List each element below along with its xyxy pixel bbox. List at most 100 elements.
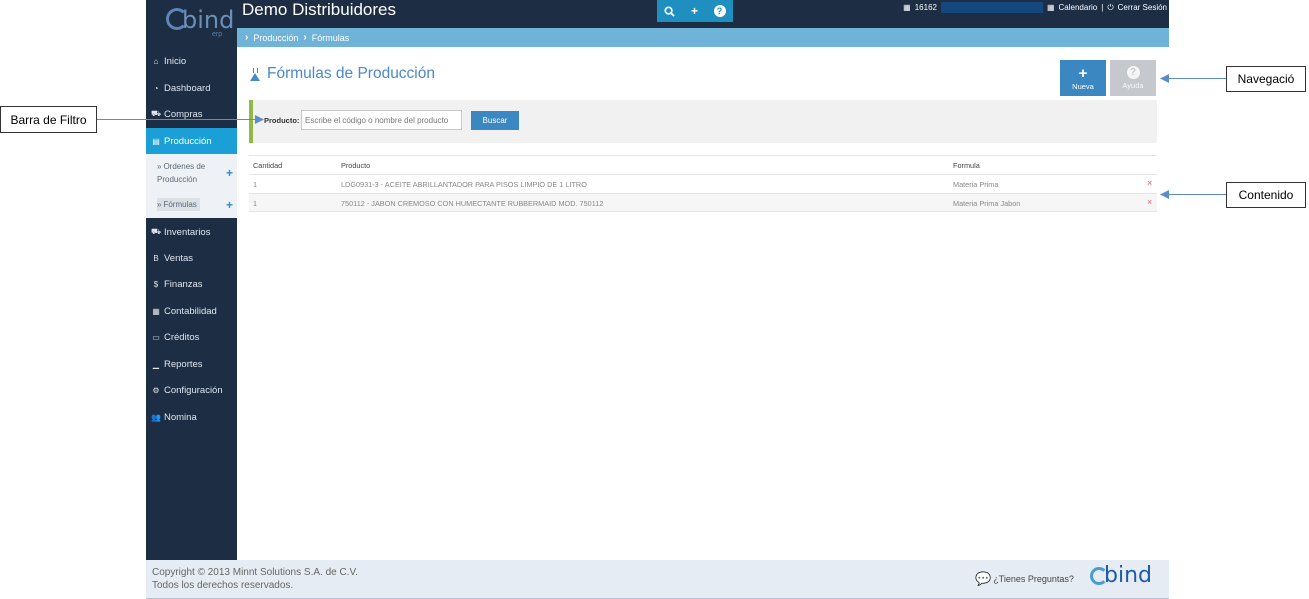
delete-icon[interactable]: × (1147, 197, 1152, 207)
formulas-table: Cantidad Producto Formula 1 LDG0931-3 - … (249, 155, 1157, 212)
chevron-right-icon: › (245, 32, 249, 43)
filter-bar: Producto: Buscar (249, 100, 1157, 143)
search-button[interactable] (657, 0, 682, 22)
question-icon: ? (1126, 66, 1140, 79)
sidebar-item-dashboard[interactable]: ◔ Dashboard (146, 75, 237, 101)
sidebar-item-creditos[interactable]: ▭ Créditos (146, 324, 237, 350)
copyright: Copyright © 2013 Minnt Solutions S.A. de… (152, 566, 358, 592)
help-button[interactable]: ? Ayuda (1110, 60, 1156, 96)
breadcrumb-item[interactable]: Producción (253, 33, 298, 43)
submenu-item-ordenes[interactable]: » Ordenes de Producción (157, 160, 223, 186)
sidebar-item-label: Nomina (164, 411, 197, 423)
cell-cantidad: 1 (253, 199, 258, 208)
plus-icon: + (1078, 64, 1088, 82)
sidebar-item-contabilidad[interactable]: ▦ Contabilidad (146, 298, 237, 324)
sidebar-item-produccion[interactable]: ▤ Producción (146, 128, 237, 154)
page-title-text: Fórmulas de Producción (267, 65, 435, 82)
annotation-line (1165, 78, 1226, 79)
sidebar-item-inventarios[interactable]: ⛟ Inventarios (146, 219, 237, 245)
annotation-content: Contenido (1226, 182, 1306, 208)
dollar-icon: $ (153, 279, 159, 289)
cell-formula: Materia Prima Jabon (953, 199, 1021, 208)
sidebar-item-label: Créditos (164, 331, 200, 343)
arrowhead-icon (255, 115, 264, 124)
cell-cantidad: 1 (253, 180, 258, 189)
cell-formula: Materia Prima (953, 180, 999, 189)
company-name: Demo Distribuidores (242, 0, 396, 19)
users-icon: 👥 (151, 412, 161, 422)
column-header-producto[interactable]: Producto (341, 161, 370, 170)
table-header-row: Cantidad Producto Formula (249, 155, 1157, 174)
sidebar-item-label: Reportes (164, 358, 203, 370)
column-header-cantidad[interactable]: Cantidad (253, 161, 282, 170)
header-user-area: ▦ 16162 ▦ Calendario | ⏻ Cerrar Sesión (903, 2, 1167, 13)
plus-icon: + (690, 4, 698, 18)
sidebar: bind erp ⌂ Inicio ◔ Dashboard ⛟ Compras … (146, 0, 237, 560)
sidebar-item-finanzas[interactable]: $ Finanzas (146, 271, 237, 297)
sidebar-item-ventas[interactable]: B Ventas (146, 245, 237, 271)
help-button[interactable]: ? (707, 0, 732, 22)
sidebar-item-label: Inventarios (164, 226, 211, 238)
signal-icon: ▁ (152, 359, 160, 369)
column-header-formula[interactable]: Formula (953, 161, 980, 170)
cell-producto: LDG0931-3 - ACEITE ABRILLANTADOR PARA PI… (341, 180, 587, 189)
breadcrumb-item[interactable]: Fórmulas (312, 33, 350, 43)
search-button[interactable]: Buscar (471, 111, 519, 130)
sidebar-item-configuracion[interactable]: ⚙ Configuración (146, 377, 237, 403)
product-filter-label: Producto: (264, 116, 300, 125)
logo-text: bind (182, 6, 235, 34)
sidebar-item-label: Contabilidad (164, 305, 217, 317)
gears-icon: ⚙ (152, 385, 160, 395)
annotation-filter-bar: Barra de Filtro (0, 106, 97, 133)
arrowhead-icon (1160, 190, 1169, 199)
footer: Copyright © 2013 Minnt Solutions S.A. de… (146, 560, 1169, 599)
calendar-link[interactable]: Calendario (1059, 3, 1098, 12)
quick-add-button[interactable]: + (682, 0, 707, 22)
sales-icon: B (153, 253, 159, 263)
app-window: bind erp ⌂ Inicio ◔ Dashboard ⛟ Compras … (146, 0, 1169, 599)
user-name-field[interactable] (940, 2, 1043, 13)
questions-link[interactable]: 💬 ¿Tienes Preguntas? (975, 571, 1074, 587)
main-content: Fórmulas de Producción + Nueva ? Ayuda P… (237, 47, 1169, 560)
delete-icon[interactable]: × (1147, 178, 1152, 188)
submenu-item-label: Ordenes de Producción (157, 162, 206, 184)
sidebar-item-nomina[interactable]: 👥 Nomina (146, 404, 237, 430)
questions-label: ¿Tienes Preguntas? (993, 574, 1074, 584)
sidebar-item-reportes[interactable]: ▁ Reportes (146, 351, 237, 377)
calculator-icon: ▦ (152, 306, 160, 316)
production-icon: ▤ (152, 136, 160, 146)
separator: | (1101, 3, 1104, 12)
footer-logo: bind (1090, 563, 1152, 588)
sidebar-item-label: Compras (164, 108, 203, 120)
submenu-item-label: Fórmulas (163, 200, 197, 209)
logo-subtext: erp (212, 31, 223, 38)
help-button-label: Ayuda (1122, 81, 1144, 90)
sidebar-item-label: Configuración (164, 384, 223, 396)
logo[interactable]: bind erp (146, 0, 237, 44)
sidebar-item-inicio[interactable]: ⌂ Inicio (146, 48, 237, 74)
truck-icon: ⛟ (151, 227, 162, 236)
annotation-line (97, 119, 261, 120)
annotation-navigation: Navegació (1226, 66, 1306, 92)
logout-link[interactable]: Cerrar Sesión (1118, 3, 1167, 12)
sidebar-item-label: Finanzas (164, 278, 203, 290)
top-header: Demo Distribuidores + ? ▦ 16162 ▦ Calend… (237, 0, 1169, 28)
production-submenu: » Ordenes de Producción + » Fórmulas + (146, 154, 237, 218)
page-title: Fórmulas de Producción (250, 65, 435, 83)
add-orden-plus-icon[interactable]: + (226, 166, 233, 180)
sidebar-item-compras[interactable]: ⛟ Compras (146, 101, 237, 127)
submenu-item-formulas[interactable]: » Fórmulas (157, 198, 200, 211)
copyright-line: Copyright © 2013 Minnt Solutions S.A. de… (152, 567, 359, 578)
chevron-right-icon: › (303, 32, 307, 43)
add-formula-plus-icon[interactable]: + (226, 198, 233, 212)
sidebar-item-label: Dashboard (164, 82, 211, 94)
credit-card-icon: ▭ (152, 332, 160, 342)
product-search-input[interactable] (301, 110, 462, 130)
new-formula-button[interactable]: + Nueva (1060, 60, 1106, 96)
footer-logo-text: bind (1104, 563, 1152, 588)
table-row[interactable]: 1 LDG0931-3 - ACEITE ABRILLANTADOR PARA … (249, 174, 1157, 193)
table-row[interactable]: 1 750112 - JABON CREMOSO CON HUMECTANTE … (249, 193, 1157, 212)
account-number: 16162 (914, 3, 937, 12)
cart-icon: ⛟ (151, 109, 162, 118)
calendar-icon: ▦ (1046, 3, 1055, 12)
